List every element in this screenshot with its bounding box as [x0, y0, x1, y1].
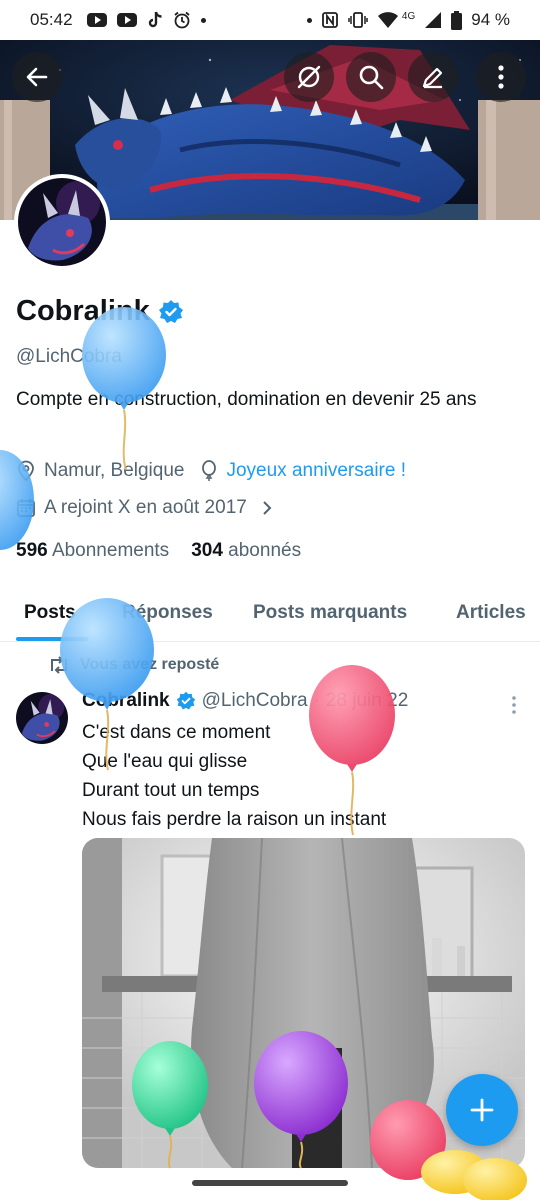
post-header: Cobralink @LichCobra · 28 juin 22 — [82, 690, 408, 712]
profile-handle: @LichCobra — [16, 346, 122, 367]
profile-name: Cobralink — [16, 295, 184, 328]
tab-replies[interactable]: Réponses — [122, 602, 213, 624]
back-button[interactable] — [12, 52, 62, 102]
profile-tabs: Posts Réponses Posts marquants Articles — [0, 590, 540, 642]
post-line: Durant tout un temps — [82, 780, 260, 801]
post-author-handle[interactable]: @LichCobra — [202, 690, 308, 712]
gesture-handle[interactable] — [192, 1180, 348, 1186]
following-stat[interactable]: 596 Abonnements — [16, 540, 169, 562]
repost-indicator: Vous avez reposté — [48, 656, 219, 674]
profile-bio: Compte en construction, domination en de… — [16, 389, 477, 410]
followers-stat[interactable]: 304 abonnés — [191, 540, 301, 562]
search-icon — [359, 65, 384, 90]
following-count: 596 — [16, 540, 48, 561]
more-vertical-icon — [512, 696, 516, 714]
repost-label: Vous avez reposté — [80, 656, 220, 673]
arrow-left-icon — [26, 67, 48, 87]
profile-location: Namur, Belgique — [44, 460, 185, 481]
profile-name-text: Cobralink — [16, 295, 150, 327]
battery-icon — [451, 10, 463, 30]
nfc-icon — [322, 12, 338, 28]
profile-meta-row: Namur, Belgique Joyeux anniversaire ! — [16, 460, 406, 482]
more-notifications-dot — [200, 17, 206, 23]
tab-articles[interactable]: Articles — [456, 602, 526, 624]
post-author-avatar[interactable] — [16, 692, 68, 744]
alarm-icon — [173, 11, 190, 29]
avatar-dragon-image — [18, 178, 106, 266]
avatar-dragon-image — [16, 692, 68, 744]
verified-badge-icon — [176, 691, 195, 710]
edit-icon — [422, 67, 443, 89]
edit-profile-button[interactable] — [408, 52, 458, 102]
profile-avatar[interactable] — [14, 174, 110, 270]
birthday-link[interactable]: Joyeux anniversaire ! — [226, 460, 406, 482]
post-more-button[interactable] — [506, 694, 522, 716]
location-pin-icon — [18, 460, 34, 482]
grok-icon — [297, 65, 321, 89]
grok-button[interactable] — [284, 52, 334, 102]
repost-icon — [51, 656, 67, 674]
verified-badge-icon[interactable] — [158, 299, 184, 325]
system-icons: 4G 94 % — [306, 10, 510, 30]
status-time: 05:42 — [30, 10, 73, 29]
tiktok-icon — [148, 11, 162, 28]
calendar-icon — [17, 499, 35, 517]
followers-label: abonnés — [228, 540, 302, 561]
battery-level: 94 % — [471, 10, 510, 29]
more-vertical-icon — [498, 65, 504, 89]
following-label: Abonnements — [51, 540, 170, 561]
join-date-row[interactable]: A rejoint X en août 2017 — [16, 497, 273, 519]
vibrate-icon — [348, 12, 368, 28]
post-separator: · — [313, 690, 320, 711]
status-bar: 05:42 4G 94 % — [0, 0, 540, 40]
search-button[interactable] — [346, 52, 396, 102]
join-date: A rejoint X en août 2017 — [44, 497, 247, 518]
more-options-button[interactable] — [476, 52, 526, 102]
follow-stats: 596 Abonnements 304 abonnés — [16, 540, 301, 562]
balloon-icon — [202, 460, 217, 481]
post-author-name[interactable]: Cobralink — [82, 690, 170, 712]
compose-button[interactable] — [446, 1074, 518, 1146]
chevron-right-icon — [263, 501, 272, 515]
plus-icon — [470, 1098, 494, 1122]
post-line: C'est dans ce moment — [82, 722, 271, 743]
youtube-icon — [86, 13, 107, 27]
tab-posts[interactable]: Posts — [24, 602, 76, 624]
post-line: Que l'eau qui glisse — [82, 751, 248, 772]
post-text: C'est dans ce moment Que l'eau qui gliss… — [82, 718, 386, 834]
tab-highlights[interactable]: Posts marquants — [253, 602, 407, 624]
notification-icons — [86, 11, 206, 29]
active-tab-indicator — [16, 637, 88, 641]
wifi-icon — [377, 12, 398, 28]
status-dot — [306, 17, 312, 23]
network-type: 4G — [401, 10, 416, 22]
youtube-icon — [116, 13, 137, 27]
signal-icon — [425, 12, 442, 28]
post-date[interactable]: 28 juin 22 — [326, 690, 408, 712]
post-line: Nous fais perdre la raison un instant — [82, 809, 387, 830]
followers-count: 304 — [191, 540, 223, 561]
